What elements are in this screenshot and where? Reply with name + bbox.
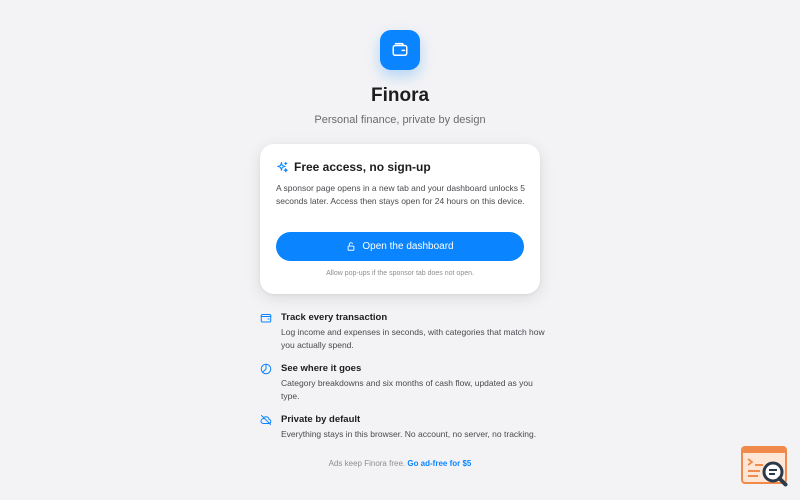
cloud-off-icon bbox=[260, 415, 272, 425]
popup-note: Allow pop-ups if the sponsor tab does no… bbox=[326, 270, 474, 277]
feature-description: Category breakdowns and six months of ca… bbox=[281, 378, 533, 402]
feature-title: Track every transaction bbox=[281, 312, 388, 323]
sparkles-icon bbox=[277, 161, 288, 172]
app-tagline: Personal finance, private by design bbox=[314, 114, 486, 126]
card-description: A sponsor page opens in a new tab and yo… bbox=[276, 183, 526, 207]
app-title: Finora bbox=[370, 85, 430, 106]
feature-description: Everything stays in this browser. No acc… bbox=[281, 429, 537, 439]
pie-chart-icon bbox=[260, 363, 272, 375]
app-logo bbox=[380, 30, 420, 70]
footer: Ads keep Finora free. Go ad-free for $5 bbox=[0, 459, 800, 468]
card-title: Free access, no sign-up bbox=[294, 160, 431, 174]
open-dashboard-label: Open the dashboard bbox=[362, 241, 454, 252]
feature-title: Private by default bbox=[281, 414, 361, 425]
wallet-icon bbox=[392, 42, 408, 56]
go-ad-free-link[interactable]: Go ad-free for $5 bbox=[407, 459, 471, 468]
magnifier-document-icon bbox=[741, 446, 788, 487]
search-console-badge[interactable] bbox=[740, 445, 790, 487]
wallet-icon bbox=[260, 314, 272, 323]
footer-text: Ads keep Finora free. bbox=[328, 459, 406, 468]
feature-description: Log income and expenses in seconds, with… bbox=[281, 327, 545, 351]
feature-title: See where it goes bbox=[281, 363, 362, 374]
card-header: Free access, no sign-up bbox=[276, 160, 431, 174]
unlock-icon bbox=[348, 242, 355, 251]
open-dashboard-button[interactable]: Open the dashboard bbox=[276, 232, 524, 261]
access-card: Free access, no sign-up A sponsor page o… bbox=[260, 144, 540, 294]
